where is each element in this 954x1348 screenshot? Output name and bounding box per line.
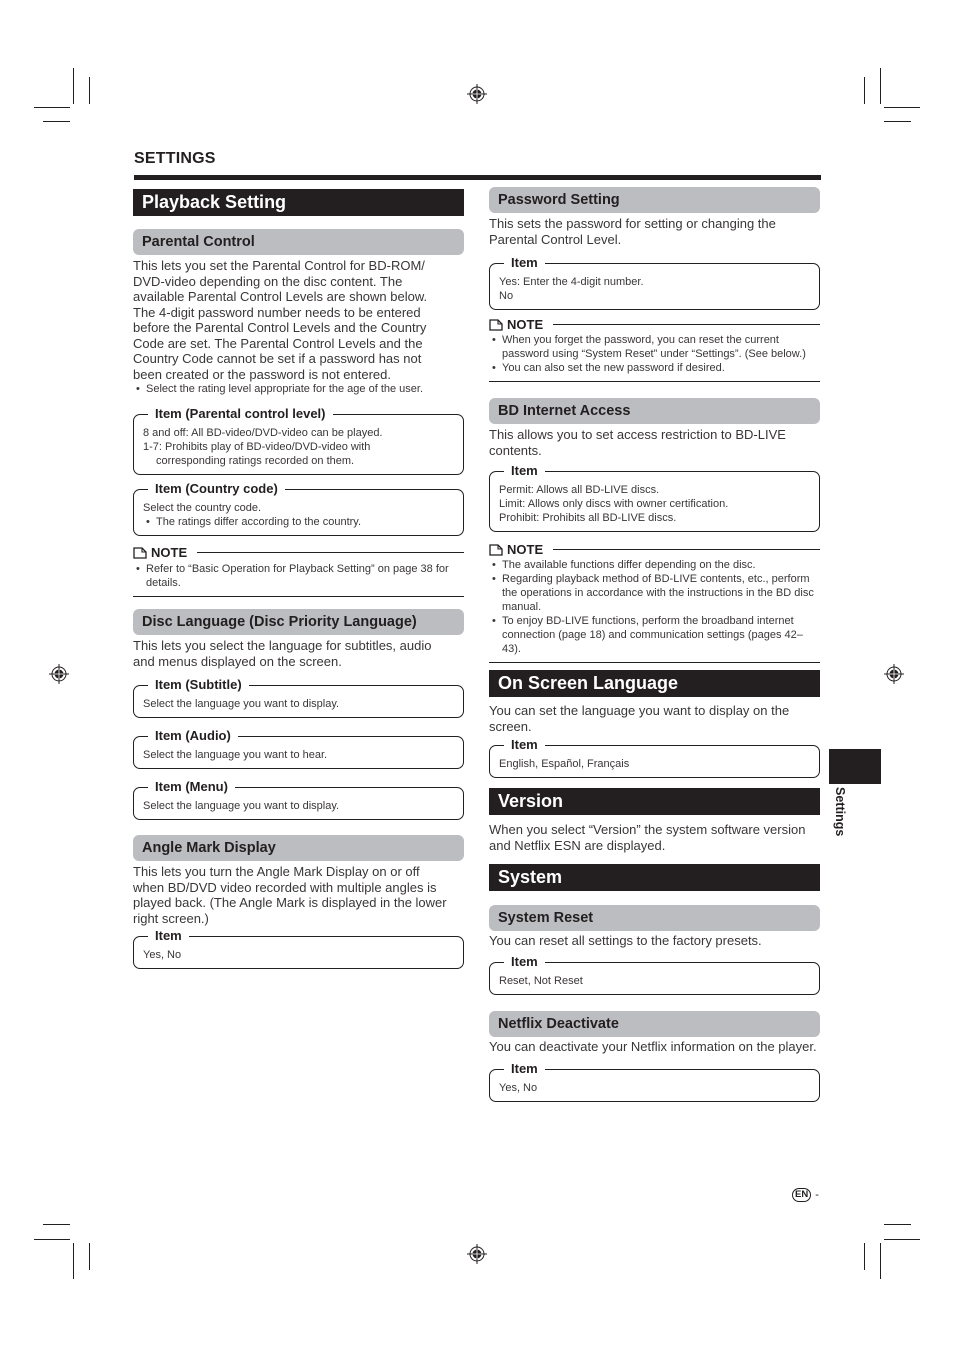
item-box-menu: Item (Menu) Select the language you want… [133,779,464,821]
subsection-title-angle-mark: Angle Mark Display [133,835,464,862]
item-label: Item [504,953,545,969]
note-icon [133,546,147,559]
item-label: Item [504,737,545,753]
crop-mark [880,68,881,104]
note-heading: NOTE [489,317,820,332]
item-label: Item (Country code) [148,481,285,496]
note-end-rule [489,662,820,664]
crop-mark [884,1239,920,1240]
note-heading: NOTE [133,545,464,560]
subsection-title-parental-control: Parental Control [133,229,464,255]
disc-language-description: This lets you select the language for su… [133,638,432,669]
item-box-parental-level: Item (Parental control level) 8 and off:… [133,406,464,475]
chapter-tab-marker [829,749,881,784]
registration-mark-icon [467,84,487,104]
registration-mark-icon [49,664,69,684]
chapter-tab-label: Settings [833,787,847,837]
note-bullet: To enjoy BD-LIVE functions, perform the … [489,614,820,656]
item-label: Item [504,1061,545,1077]
note-icon [489,544,503,556]
item-label: Item [148,928,189,944]
version-description: When you select “Version” the system sof… [489,822,806,853]
note-bullet: When you forget the password, you can re… [489,333,820,361]
note-bullet: The available functions differ depending… [489,558,820,572]
crop-mark [89,77,90,104]
note-bullet: You can also set the new password if des… [489,361,820,375]
item-label: Item [504,255,545,270]
left-column: Playback Setting Parental Control This l… [133,189,464,970]
note-bullet: Refer to “Basic Operation for Playback S… [133,562,464,590]
crop-mark [884,121,911,122]
subsection-title-system-reset: System Reset [489,905,820,932]
item-box-bd-internet: Item Permit: Allows all BD-LIVE discs. L… [489,463,820,533]
item-box-system-reset: Item Reset, Not Reset [489,953,820,995]
subsection-title-disc-language: Disc Language (Disc Priority Language) [133,609,464,636]
crop-mark [73,68,74,104]
item-box-on-screen-language: Item English, Español, Français [489,737,820,779]
item-box-netflix: Item Yes, No [489,1061,820,1103]
section-title-system: System [489,864,820,892]
item-box-password: Item Yes: Enter the 4-digit number. No [489,255,820,310]
right-column: Password Setting This sets the password … [489,187,820,1103]
parental-description: This lets you set the Parental Control f… [133,258,428,382]
note-bullet: Regarding playback method of BD-LIVE con… [489,572,820,614]
system-reset-description: You can reset all settings to the factor… [489,933,762,949]
crop-mark [880,1243,881,1279]
crop-mark [34,1239,70,1240]
crop-mark [43,1224,70,1225]
angle-mark-description: This lets you turn the Angle Mark Displa… [133,864,447,926]
header-rule [134,175,821,180]
item-box-audio: Item (Audio) Select the language you wan… [133,728,464,770]
crop-mark [43,121,70,122]
parental-bullet: Select the rating level appropriate for … [133,382,464,396]
item-label: Item (Subtitle) [148,677,249,693]
crop-mark [34,107,70,108]
crop-mark [89,1243,90,1270]
registration-mark-icon [467,1244,487,1264]
section-title-version: Version [489,788,820,816]
password-description: This sets the password for setting or ch… [489,216,776,247]
page-suffix: - [815,1189,819,1201]
language-badge: EN [792,1188,812,1202]
note-end-rule [133,596,464,598]
section-title-on-screen-language: On Screen Language [489,670,820,698]
note-end-rule [489,381,820,383]
subsection-title-bd-internet: BD Internet Access [489,398,820,425]
crop-mark [864,77,865,104]
subsection-title-netflix-deactivate: Netflix Deactivate [489,1010,820,1037]
item-label: Item (Parental control level) [148,406,333,421]
item-box-country-code: Item (Country code) Select the country c… [133,481,464,536]
section-title-playback: Playback Setting [133,189,464,216]
item-label: Item (Audio) [148,728,238,744]
chapter-heading: SETTINGS [134,150,216,167]
bd-internet-description: This allows you to set access restrictio… [489,427,786,458]
subsection-title-password: Password Setting [489,187,820,213]
netflix-description: You can deactivate your Netflix informat… [489,1038,817,1054]
on-screen-description: You can set the language you want to dis… [489,703,790,734]
crop-mark [884,107,920,108]
registration-mark-icon [884,664,904,684]
note-heading: NOTE [489,542,820,557]
item-box-angle-mark: Item Yes, No [133,928,464,970]
crop-mark [884,1224,911,1225]
item-label: Item [504,463,545,479]
item-label: Item (Menu) [148,779,235,795]
item-box-subtitle: Item (Subtitle) Select the language you … [133,677,464,719]
page-number-marker: EN - [792,1188,819,1202]
crop-mark [73,1243,74,1279]
crop-mark [864,1243,865,1270]
note-icon [489,318,503,331]
